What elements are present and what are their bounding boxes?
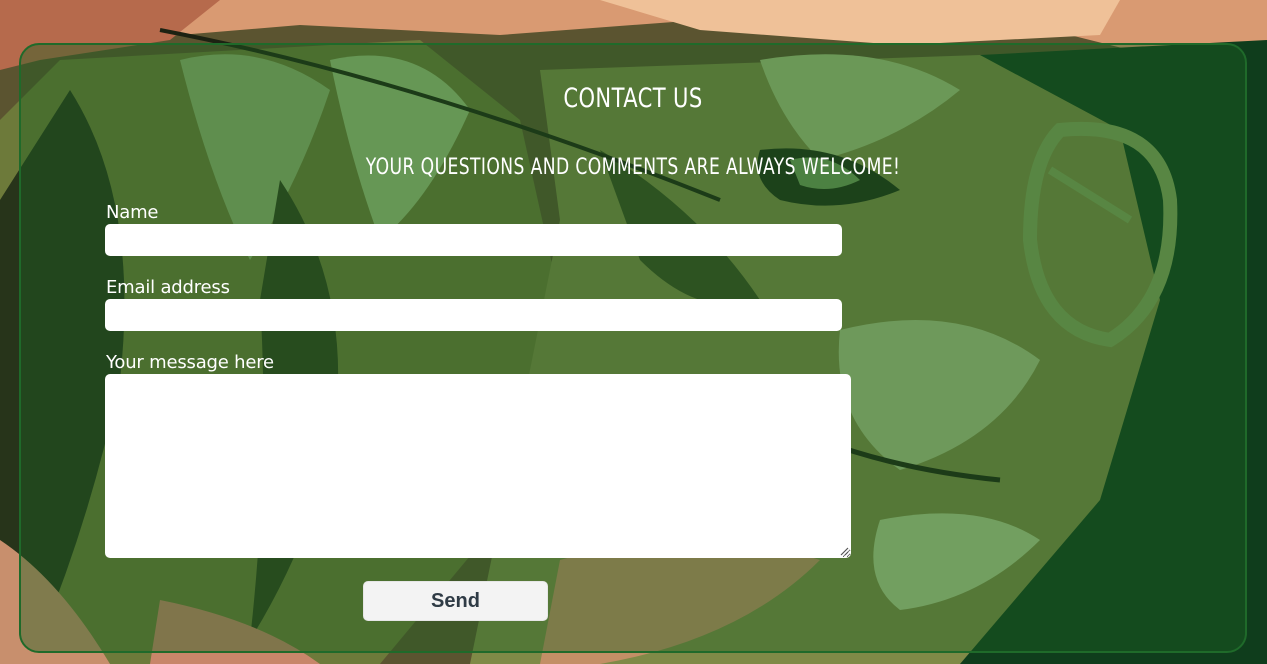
page-title: CONTACT US xyxy=(563,83,703,114)
name-input[interactable] xyxy=(105,224,842,256)
email-label: Email address xyxy=(106,277,230,298)
page-subtitle: YOUR QUESTIONS AND COMMENTS ARE ALWAYS W… xyxy=(365,155,901,180)
send-button[interactable]: Send xyxy=(363,581,548,621)
contact-card: CONTACT US YOUR QUESTIONS AND COMMENTS A… xyxy=(19,43,1247,653)
name-label: Name xyxy=(106,202,159,223)
message-label: Your message here xyxy=(106,352,274,373)
message-textarea[interactable] xyxy=(105,374,851,558)
resize-grip-icon[interactable] xyxy=(839,546,849,556)
email-input[interactable] xyxy=(105,299,842,331)
